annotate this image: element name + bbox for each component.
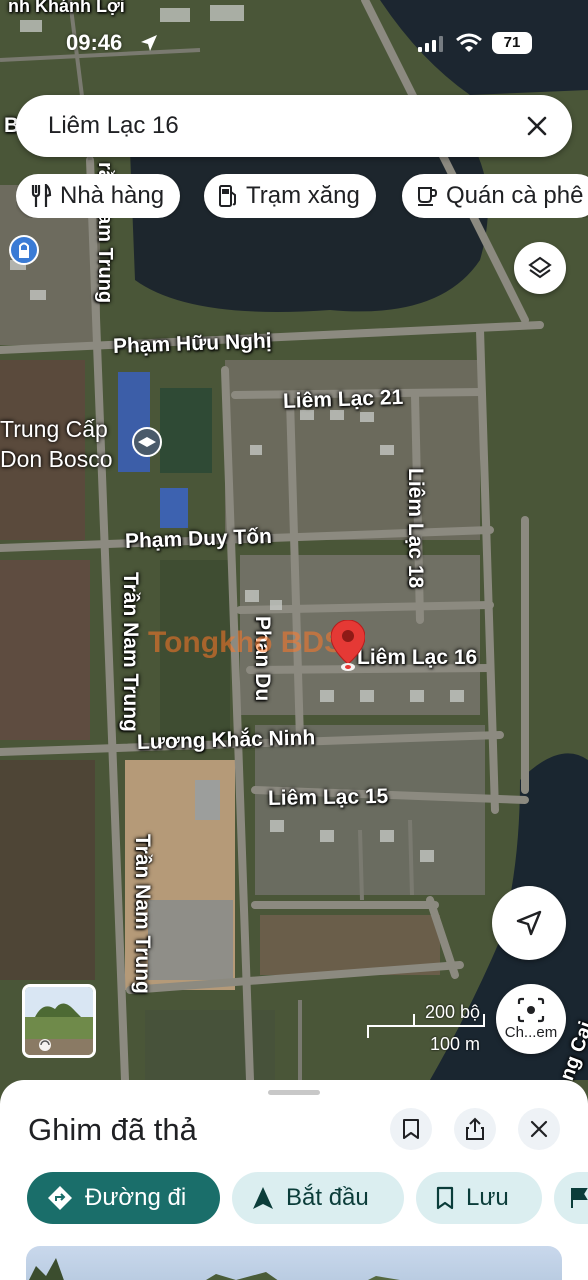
chip-coffee[interactable]: Quán cà phê xyxy=(402,174,588,218)
road-label-luong-khac-ninh: Lương Khắc Ninh xyxy=(136,726,316,754)
share-button[interactable] xyxy=(454,1108,496,1150)
more-action-button[interactable] xyxy=(554,1172,588,1224)
layers-icon xyxy=(528,256,552,279)
chip-label: Quán cà phê xyxy=(446,182,584,209)
map-layers-button[interactable] xyxy=(514,242,566,294)
action-buttons-row: Đường đi Bắt đầu Lưu xyxy=(0,1172,588,1224)
share-icon xyxy=(466,1117,484,1140)
directions-icon xyxy=(47,1185,73,1211)
road-label-liem-lac-16: Liêm Lạc 16 xyxy=(357,646,478,669)
bookmark-icon xyxy=(436,1186,454,1210)
place-bottom-sheet[interactable]: Ghim đã thả Đường đi Bắt đầu Lưu xyxy=(0,1080,588,1280)
chip-gas-stations[interactable]: Trạm xăng xyxy=(204,174,376,218)
save-icon-button[interactable] xyxy=(390,1108,432,1150)
road-label-top: nh Khánh Lợi xyxy=(8,0,125,16)
save-label: Lưu xyxy=(466,1184,509,1211)
bookmark-icon xyxy=(403,1119,419,1139)
poi-line-2: Don Bosco xyxy=(0,446,113,472)
start-button[interactable]: Bắt đầu xyxy=(232,1172,404,1224)
clear-search-button[interactable] xyxy=(520,109,554,143)
search-query-text[interactable]: Liêm Lạc 16 xyxy=(48,112,179,140)
lens-button[interactable]: Ch...em xyxy=(496,984,566,1054)
directions-button[interactable]: Đường đi xyxy=(27,1172,220,1224)
chip-label: Nhà hàng xyxy=(60,182,165,209)
directions-label: Đường đi xyxy=(85,1184,187,1211)
road-label-liem-lac-18: Liêm Lạc 18 xyxy=(404,468,427,589)
road-label-liem-lac-21: Liêm Lạc 21 xyxy=(282,385,404,413)
lens-button-label: Ch...em xyxy=(504,1024,558,1041)
battery-indicator: 71 xyxy=(492,32,532,54)
street-view-image xyxy=(25,987,93,1055)
photo-image xyxy=(29,1258,400,1280)
status-bar: 09:46 71 xyxy=(0,28,588,60)
gas-station-icon xyxy=(218,184,238,208)
sheet-drag-handle[interactable] xyxy=(268,1090,320,1095)
place-title: Ghim đã thả xyxy=(28,1112,197,1147)
start-navigation-icon xyxy=(252,1186,274,1210)
save-button[interactable]: Lưu xyxy=(416,1172,542,1224)
status-time: 09:46 xyxy=(66,30,123,55)
start-label: Bắt đầu xyxy=(286,1184,369,1211)
road-label-tran-nam-trung-south: Trần Nam Trung xyxy=(131,834,154,994)
wifi-icon xyxy=(456,33,482,52)
restaurant-icon xyxy=(30,184,52,208)
chip-restaurants[interactable]: Nhà hàng xyxy=(16,174,181,218)
search-bar[interactable]: Liêm Lạc 16 xyxy=(16,95,572,157)
location-arrow-icon xyxy=(141,35,157,51)
category-chips-row: Nhà hàng Trạm xăng Quán cà phê xyxy=(16,174,588,218)
navigation-arrow-icon xyxy=(516,910,542,936)
poi-line-1: Trung Cấp xyxy=(0,416,108,442)
chip-label: Trạm xăng xyxy=(246,182,360,209)
road-label-tran-nam-trung: Trần Nam Trung xyxy=(119,572,142,732)
camera-lens-icon xyxy=(517,997,545,1023)
flag-icon xyxy=(571,1188,588,1208)
close-sheet-button[interactable] xyxy=(518,1108,560,1150)
close-icon xyxy=(527,116,547,136)
cellular-signal-icon xyxy=(418,36,443,52)
dropped-pin-marker[interactable] xyxy=(330,619,366,677)
road-label-liem-lac-15: Liêm Lạc 15 xyxy=(267,784,389,810)
close-icon xyxy=(530,1120,548,1138)
watermark-logo: Tongkho BDS xyxy=(148,626,345,659)
street-view-thumbnail[interactable] xyxy=(22,984,96,1058)
poi-label-trung-cap-don-bosco[interactable]: Trung Cấp Don Bosco xyxy=(0,414,113,474)
place-photo-preview[interactable] xyxy=(26,1246,562,1280)
map-scale: 200 bộ 100 m xyxy=(366,1000,486,1058)
my-location-button[interactable] xyxy=(492,886,566,960)
map-pin-icon xyxy=(330,619,366,671)
road-label-pham-duy-ton: Phạm Duy Tốn xyxy=(124,524,273,553)
coffee-icon xyxy=(416,185,438,207)
scale-metric-label: 100 m xyxy=(429,1034,480,1054)
